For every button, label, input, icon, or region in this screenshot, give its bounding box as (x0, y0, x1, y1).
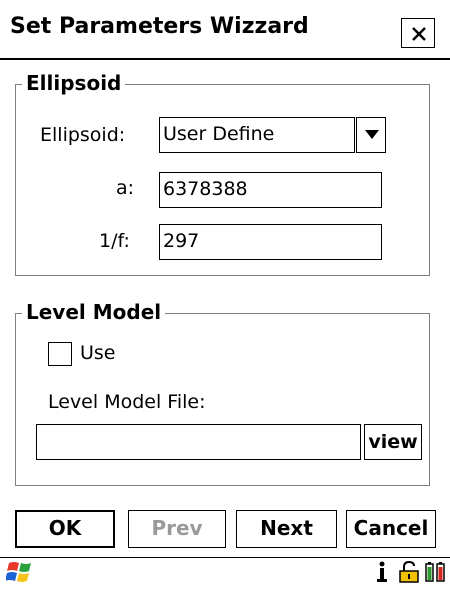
next-button[interactable]: Next (236, 510, 337, 548)
prev-button-label: Prev (151, 516, 203, 540)
cancel-button[interactable]: Cancel (346, 510, 436, 548)
a-input-value: 6378388 (163, 178, 248, 200)
windows-start-icon[interactable] (5, 559, 38, 590)
ellipsoid-combo[interactable]: User Define (159, 117, 355, 153)
battery-icon[interactable] (424, 561, 446, 588)
ellipsoid-label: Ellipsoid: (40, 124, 126, 146)
window-title: Set Parameters Wizzard (10, 14, 309, 39)
a-input[interactable]: 6378388 (159, 172, 382, 208)
level-model-group-legend: Level Model (22, 300, 166, 324)
chevron-down-icon (365, 130, 379, 139)
next-button-label: Next (260, 516, 313, 540)
f-input[interactable]: 297 (159, 224, 382, 260)
info-icon[interactable] (376, 561, 388, 588)
ellipsoid-dropdown-button[interactable] (356, 117, 386, 153)
taskbar (0, 557, 450, 586)
f-input-value: 297 (163, 230, 200, 252)
a-label: a: (116, 177, 135, 199)
ok-button[interactable]: OK (15, 510, 115, 548)
cancel-button-label: Cancel (353, 516, 429, 540)
view-button[interactable]: view (364, 424, 422, 460)
level-model-file-input[interactable] (36, 424, 361, 460)
use-label[interactable]: Use (80, 342, 116, 364)
title-bar: Set Parameters Wizzard (0, 0, 450, 60)
close-button[interactable] (401, 18, 435, 48)
ellipsoid-combo-value: User Define (163, 123, 275, 145)
f-label: 1/f: (99, 230, 130, 252)
ok-button-label: OK (48, 516, 82, 540)
lock-icon[interactable] (398, 560, 420, 588)
level-model-file-label: Level Model File: (48, 391, 206, 413)
prev-button[interactable]: Prev (128, 510, 226, 548)
close-icon (412, 27, 426, 41)
ellipsoid-group-legend: Ellipsoid (22, 71, 126, 95)
view-button-label: view (368, 431, 418, 453)
use-checkbox[interactable] (48, 342, 72, 366)
